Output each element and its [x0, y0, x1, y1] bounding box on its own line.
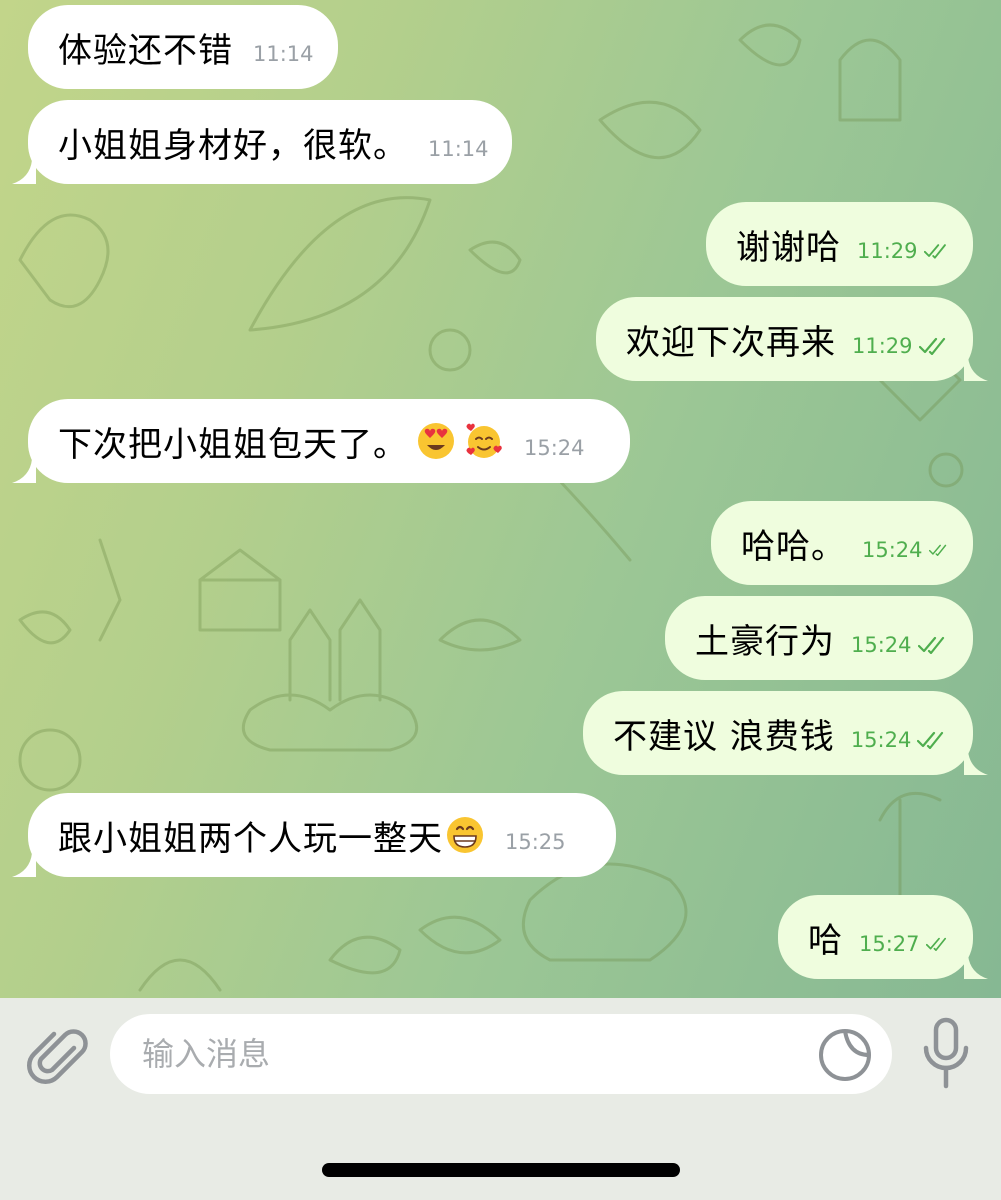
- message-time: 11:29: [857, 239, 918, 263]
- incoming-message[interactable]: 下次把小姐姐包天了。 15:24: [28, 399, 630, 483]
- chat-background: 体验还不错 11:14 小姐姐身材好，很软。 11:14 谢谢哈 11:29 欢…: [0, 0, 1001, 998]
- outgoing-message[interactable]: 谢谢哈 11:29: [706, 202, 973, 286]
- home-indicator[interactable]: [322, 1163, 680, 1177]
- double-check-icon: [918, 337, 945, 355]
- message-text: 小姐姐身材好，很软。: [58, 125, 408, 166]
- message-composer: [0, 998, 1001, 1200]
- message-time: 15:27: [859, 932, 920, 956]
- message-text: 土豪行为: [695, 621, 835, 662]
- incoming-message[interactable]: 跟小姐姐两个人玩一整天 15:25: [28, 793, 616, 877]
- outgoing-message[interactable]: 哈哈。 15:24: [711, 501, 973, 585]
- message-time: 15:25: [505, 830, 566, 854]
- double-check-icon: [923, 244, 946, 259]
- outgoing-message[interactable]: 土豪行为 15:24: [665, 596, 973, 680]
- outgoing-message[interactable]: 哈 15:27: [778, 895, 973, 979]
- double-check-icon: [925, 937, 946, 951]
- message-time: 11:29: [852, 334, 913, 358]
- message-time: 15:24: [851, 633, 912, 657]
- heart-eyes-emoji: [418, 423, 454, 459]
- sticker-icon[interactable]: [818, 1028, 872, 1082]
- grinning-face-emoji: [447, 817, 483, 853]
- bubble-tail: [12, 459, 36, 483]
- outgoing-message[interactable]: 欢迎下次再来 11:29: [596, 297, 973, 381]
- message-text: 体验还不错: [58, 30, 233, 71]
- bubble-tail: [964, 751, 988, 775]
- double-check-icon: [917, 636, 944, 654]
- message-text: 下次把小姐姐包天了。: [58, 424, 408, 465]
- message-input[interactable]: [110, 1014, 892, 1094]
- message-text: 跟小姐姐两个人玩一整天: [58, 818, 443, 859]
- bubble-tail: [964, 955, 988, 979]
- message-time: 15:24: [862, 538, 923, 562]
- message-text: 不建议 浪费钱: [613, 716, 835, 757]
- incoming-message[interactable]: 体验还不错 11:14: [28, 5, 338, 89]
- message-text: 欢迎下次再来: [626, 322, 836, 363]
- bubble-tail: [12, 160, 36, 184]
- message-text: 谢谢哈: [736, 227, 841, 268]
- message-text: 哈哈。: [741, 526, 846, 567]
- double-check-icon: [917, 731, 944, 749]
- microphone-icon[interactable]: [916, 1016, 976, 1092]
- paperclip-icon[interactable]: [22, 1020, 92, 1090]
- message-time: 15:24: [524, 436, 585, 460]
- bubble-tail: [964, 357, 988, 381]
- message-text: 哈: [808, 920, 843, 961]
- message-time: 11:14: [428, 137, 489, 161]
- outgoing-message[interactable]: 不建议 浪费钱 15:24: [583, 691, 973, 775]
- bubble-tail: [12, 853, 36, 877]
- incoming-message[interactable]: 小姐姐身材好，很软。 11:14: [28, 100, 512, 184]
- double-check-icon: [928, 544, 946, 557]
- message-time: 11:14: [253, 42, 314, 66]
- smiling-face-with-hearts-emoji: [466, 423, 502, 458]
- message-time: 15:24: [850, 728, 912, 752]
